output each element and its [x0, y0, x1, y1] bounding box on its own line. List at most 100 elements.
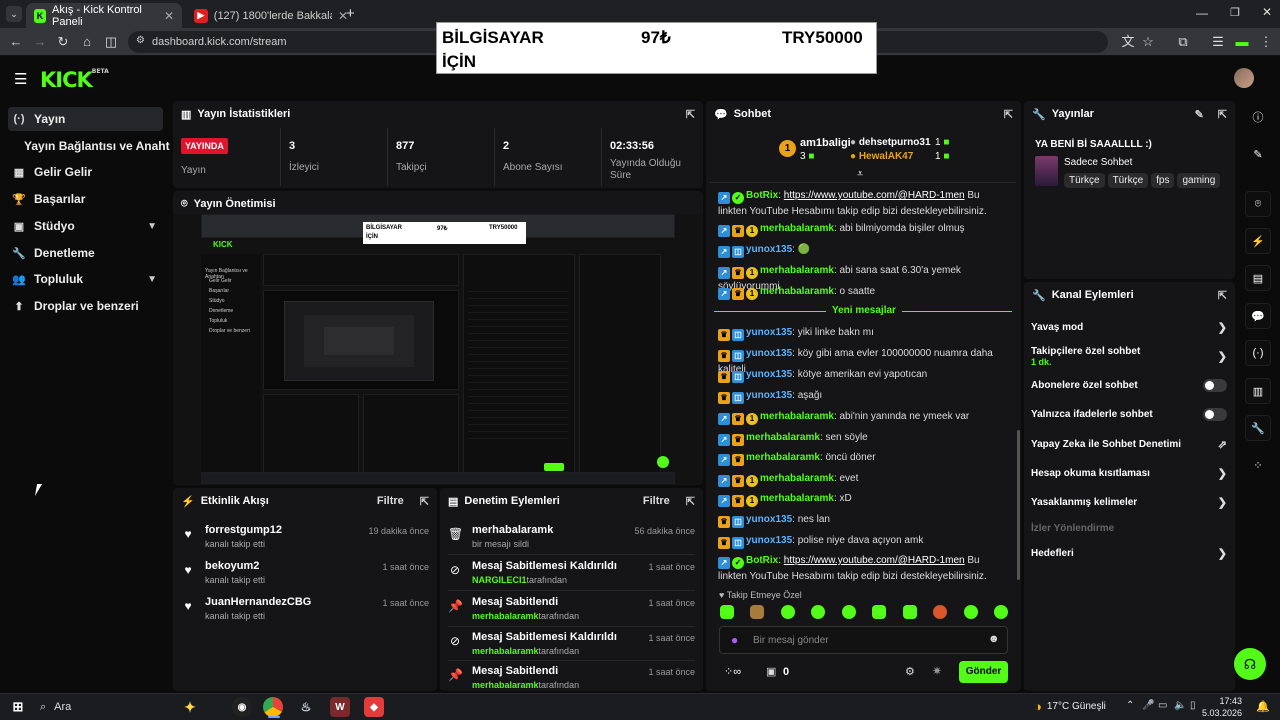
- chat-message[interactable]: ↗ ♛ merhabalaramk: öncü döner: [718, 450, 1008, 466]
- tray-chevron-icon[interactable]: ⌃: [1126, 700, 1134, 711]
- popout-icon[interactable]: ⇱: [1218, 108, 1227, 121]
- reading-list-icon[interactable]: ☰: [1210, 34, 1226, 50]
- follower-name[interactable]: forrestgump12: [205, 524, 282, 536]
- chat-username[interactable]: yunox135: [746, 369, 792, 380]
- microphone-icon[interactable]: 🎤: [1142, 700, 1154, 711]
- sidebar-item-revenue[interactable]: ▦ Gelir Gelir: [8, 160, 163, 184]
- steam-icon[interactable]: ♨: [296, 697, 316, 717]
- action-emotes-only[interactable]: Yalnızca ifadelerle sohbet: [1031, 407, 1227, 421]
- moderator-name[interactable]: merhabalaramk: [472, 646, 539, 656]
- chat-input[interactable]: ● Bir mesaj gönder ☻: [719, 626, 1008, 654]
- forward-icon[interactable]: →: [32, 34, 48, 50]
- sidebar-item-stream-key[interactable]: Yayın Bağlantısı ve Anahtarı: [20, 134, 170, 158]
- follower-name[interactable]: bekoyum2: [205, 560, 265, 572]
- menu-icon[interactable]: ⋮: [1258, 34, 1274, 50]
- extensions-icon[interactable]: ⧉: [1175, 34, 1191, 50]
- chat-message[interactable]: ♛ ◫ yunox135: polise niye dava açıyon amk: [718, 533, 1008, 549]
- chat-username[interactable]: BotRix: [746, 555, 778, 566]
- obs-icon[interactable]: ◉: [232, 697, 252, 717]
- clock-date[interactable]: 5.03.2026: [1200, 708, 1242, 718]
- winrar-icon[interactable]: W: [330, 697, 350, 717]
- copilot-sparkle-icon[interactable]: ✦: [180, 697, 200, 717]
- action-ai-moderation[interactable]: Yapay Zeka ile Sohbet Denetimi ⇗: [1031, 437, 1227, 451]
- moderator-name[interactable]: merhabalaramk: [472, 611, 539, 621]
- layout-icon[interactable]: ▥: [1245, 378, 1271, 404]
- timeout-icon[interactable]: ✷: [932, 664, 942, 678]
- chat-message[interactable]: ♛ ◫ yunox135: kötye amerikan evi yapotıcan: [718, 367, 1008, 383]
- network-icon[interactable]: ▭: [1158, 700, 1167, 711]
- back-icon[interactable]: ←: [8, 34, 24, 50]
- profile-flag-icon[interactable]: ▬: [1234, 34, 1250, 50]
- emote[interactable]: [750, 605, 765, 619]
- chat-username[interactable]: merhabalaramk: [760, 473, 834, 484]
- chat-username[interactable]: yunox135: [746, 390, 792, 401]
- sidebar-item-drops[interactable]: ⬆ Droplar ve benzeri: [8, 294, 163, 318]
- stream-preview[interactable]: BİLGİSAYAR İÇİN 97₺ TRY50000 KICK Yayın …: [173, 214, 703, 484]
- action-subscribers-only[interactable]: Abonelere özel sohbet: [1031, 378, 1227, 392]
- chat-username[interactable]: yunox135: [746, 327, 792, 338]
- emoji-icon[interactable]: ☻: [988, 633, 1000, 645]
- emote[interactable]: [963, 605, 978, 619]
- stream-category[interactable]: Sadece Sohbet: [1064, 157, 1132, 168]
- chat-message[interactable]: ↗ ♛ 1 merhabalaramk: o saatte: [718, 284, 1008, 300]
- chat-username[interactable]: yunox135: [746, 348, 792, 359]
- microphone-icon[interactable]: ●: [731, 633, 738, 647]
- reload-icon[interactable]: ↻: [55, 34, 71, 50]
- minimize-icon[interactable]: —: [1196, 6, 1208, 20]
- chat-message[interactable]: ↗ ✓ BotRix: https://www.youtube.com/@HARD-…: [718, 188, 1008, 219]
- popout-icon[interactable]: ⇱: [1218, 289, 1227, 302]
- notification-icon[interactable]: 🔔: [1256, 700, 1270, 713]
- broadcast-icon[interactable]: (·): [1245, 340, 1271, 366]
- chat-message[interactable]: ↗ ♛ 1 merhabalaramk: abi'nin yanında ne yme…: [718, 409, 1008, 425]
- close-window-icon[interactable]: ✕: [1262, 5, 1272, 19]
- tag[interactable]: gaming: [1177, 173, 1221, 188]
- anydesk-icon[interactable]: ◆: [364, 697, 384, 717]
- emote[interactable]: [780, 605, 795, 619]
- chat-icon[interactable]: 💬: [1245, 303, 1271, 329]
- split-view-icon[interactable]: ◫: [103, 34, 119, 50]
- follower-name[interactable]: JuanHernandezCBG: [205, 596, 311, 608]
- support-chat-button[interactable]: ☊: [1234, 648, 1266, 680]
- moderator-name[interactable]: NARGILECI1: [472, 575, 527, 585]
- chat-username[interactable]: yunox135: [746, 244, 792, 255]
- chat-message[interactable]: ↗ ✓ BotRix: https://www.youtube.com/@HARD-…: [718, 553, 1008, 584]
- translate-icon[interactable]: 文: [1120, 34, 1136, 50]
- hamburger-menu-icon[interactable]: ☰: [14, 70, 27, 88]
- chat-scrollbar[interactable]: [1017, 430, 1020, 580]
- restore-icon[interactable]: ❐: [1230, 6, 1240, 19]
- kick-points-icon[interactable]: ⁘∞: [724, 665, 741, 678]
- chat-link[interactable]: https://www.youtube.com/@HARD-1men: [784, 190, 965, 201]
- chat-username[interactable]: merhabalaramk: [746, 452, 820, 463]
- expand-leaderboard-icon[interactable]: ⩡: [857, 168, 863, 181]
- clip-icon[interactable]: ⌾: [1245, 191, 1271, 217]
- emote[interactable]: [933, 605, 948, 619]
- toggle-switch[interactable]: [1203, 378, 1227, 392]
- emote[interactable]: [993, 605, 1008, 619]
- chat-username[interactable]: merhabalaramk: [760, 411, 834, 422]
- sidebar-item-community[interactable]: 👥 Topluluk ▼: [8, 267, 163, 291]
- chat-username[interactable]: yunox135: [746, 535, 792, 546]
- chat-message[interactable]: ↗ ♛ merhabalaramk: sen söyle: [718, 430, 1008, 446]
- kick-logo[interactable]: KICKBETA: [40, 68, 109, 92]
- top-user-1[interactable]: am1baligi: [800, 137, 851, 149]
- action-goals[interactable]: Hedefleri ❯: [1031, 546, 1227, 560]
- tab-kick-dashboard[interactable]: K Akış - Kick Kontrol Paneli ✕: [26, 3, 182, 28]
- close-icon[interactable]: ✕: [164, 9, 174, 23]
- chat-message[interactable]: ♛ ◫ yunox135: aşağı: [718, 388, 1008, 404]
- home-icon[interactable]: ⌂: [79, 34, 95, 50]
- sidebar-item-studio[interactable]: ▣ Stüdyo ▼: [8, 214, 163, 238]
- chat-message[interactable]: ↗ ♛ 1 merhabalaramk: xD: [718, 491, 1008, 507]
- top-user-2[interactable]: ● dehsetpurno31: [850, 137, 931, 148]
- chat-message[interactable]: ♛ ◫ yunox135: nes lan: [718, 512, 1008, 528]
- site-info-icon[interactable]: ⚙: [136, 35, 145, 46]
- emote[interactable]: [811, 605, 826, 619]
- chat-message[interactable]: ↗ ♛ 1 merhabalaramk: evet: [718, 471, 1008, 487]
- windows-start-icon[interactable]: ⊞: [8, 697, 28, 717]
- chat-username[interactable]: merhabalaramk: [760, 493, 834, 504]
- tab-youtube[interactable]: ▶ (127) 1800'lerde Bakkala Gitme ✕: [186, 3, 356, 28]
- clock-time[interactable]: 17:43: [1212, 696, 1242, 706]
- wrench-icon[interactable]: 🔧: [1245, 415, 1271, 441]
- battery-icon[interactable]: ▯: [1190, 700, 1196, 711]
- info-icon[interactable]: ⓘ: [1245, 104, 1271, 130]
- weather-widget[interactable]: ◑ 17°C Güneşli: [1034, 699, 1106, 714]
